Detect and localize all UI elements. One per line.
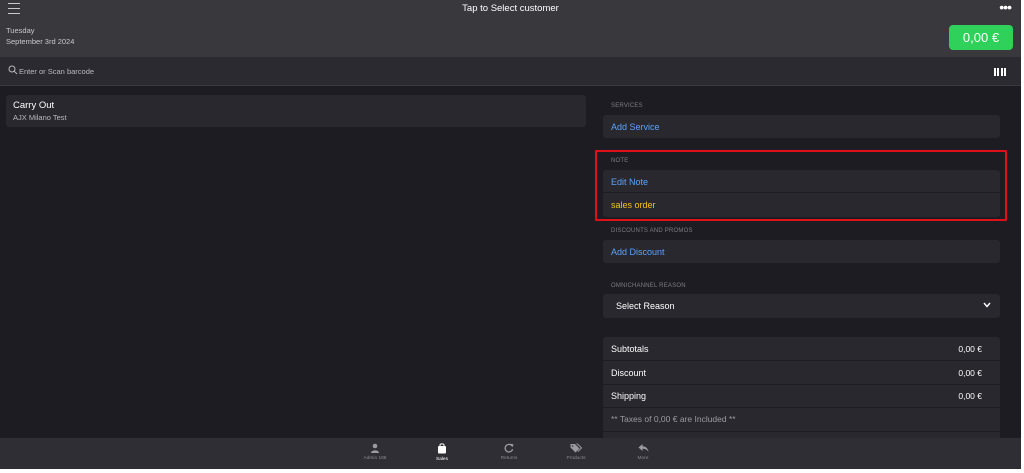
pos-app: Tap to Select customer ••• Tuesday Septe… (0, 0, 1021, 469)
tab-sales-label: Sales (436, 457, 448, 462)
tab-more[interactable]: More (623, 438, 663, 469)
subtotal-row: Subtotals 0,00 € (603, 337, 1000, 361)
select-customer-title[interactable]: Tap to Select customer (0, 3, 1021, 14)
refresh-icon (504, 443, 514, 453)
tab-more-label: More (637, 456, 649, 461)
scan-barcode-icon[interactable] (994, 68, 1006, 76)
order-store-name: AJX Milano Test (13, 113, 67, 122)
bottom-tab-bar: Admin 188 Sales Returns Products More (0, 438, 1021, 469)
chevron-down-icon (983, 302, 991, 308)
tab-admin[interactable]: Admin 188 (355, 438, 395, 469)
reason-select-value: Select Reason (616, 301, 675, 311)
discount-label: Discount (611, 368, 647, 378)
totals-divider (603, 431, 1000, 432)
add-discount-link[interactable]: Add Discount (611, 247, 665, 257)
order-type-title: Carry Out (13, 100, 55, 111)
tab-products-label: Products (566, 456, 586, 461)
more-options-icon[interactable]: ••• (999, 0, 1012, 14)
date-day: Tuesday (6, 26, 35, 35)
subtotal-label: Subtotals (611, 344, 649, 354)
add-service-link[interactable]: Add Service (611, 122, 660, 132)
add-discount-row[interactable]: Add Discount (603, 240, 1000, 263)
tab-returns-label: Returns (500, 456, 518, 461)
discount-value: 0,00 € (958, 368, 982, 378)
note-highlight-box (595, 150, 1007, 221)
checkout-total-button[interactable]: 0,00 € (949, 25, 1013, 50)
subtotal-value: 0,00 € (958, 344, 982, 354)
tags-icon (570, 443, 582, 453)
person-icon (371, 443, 379, 453)
add-service-row[interactable]: Add Service (603, 115, 1000, 138)
order-type-card[interactable]: Carry Out AJX Milano Test (6, 95, 586, 127)
reason-select[interactable]: Select Reason (603, 294, 1000, 318)
totals-divider (603, 407, 1000, 408)
services-section-label: SERVICES (611, 103, 643, 109)
discounts-section-label: DISCOUNTS AND PROMOS (611, 228, 693, 234)
tab-admin-label: Admin 188 (363, 456, 387, 461)
totals-card: Subtotals 0,00 € Discount 0,00 € Shippin… (603, 337, 1000, 441)
taxes-note: ** Taxes of 0,00 € are Included ** (611, 414, 736, 424)
tab-sales[interactable]: Sales (422, 438, 462, 469)
shopping-bag-icon (438, 443, 446, 454)
reply-icon (638, 444, 648, 452)
shipping-value: 0,00 € (958, 391, 982, 401)
header: Tap to Select customer ••• Tuesday Septe… (0, 0, 1021, 57)
shipping-label: Shipping (611, 391, 647, 401)
tab-returns[interactable]: Returns (489, 438, 529, 469)
date-full: September 3rd 2024 (6, 37, 75, 46)
shipping-row: Shipping 0,00 € (603, 384, 1000, 408)
barcode-search-bar (0, 57, 1021, 86)
tab-products[interactable]: Products (556, 438, 596, 469)
barcode-input[interactable] (19, 65, 319, 78)
search-icon (8, 65, 18, 75)
discount-row: Discount 0,00 € (603, 361, 1000, 385)
omnichannel-section-label: OMNICHANNEL REASON (611, 283, 686, 289)
